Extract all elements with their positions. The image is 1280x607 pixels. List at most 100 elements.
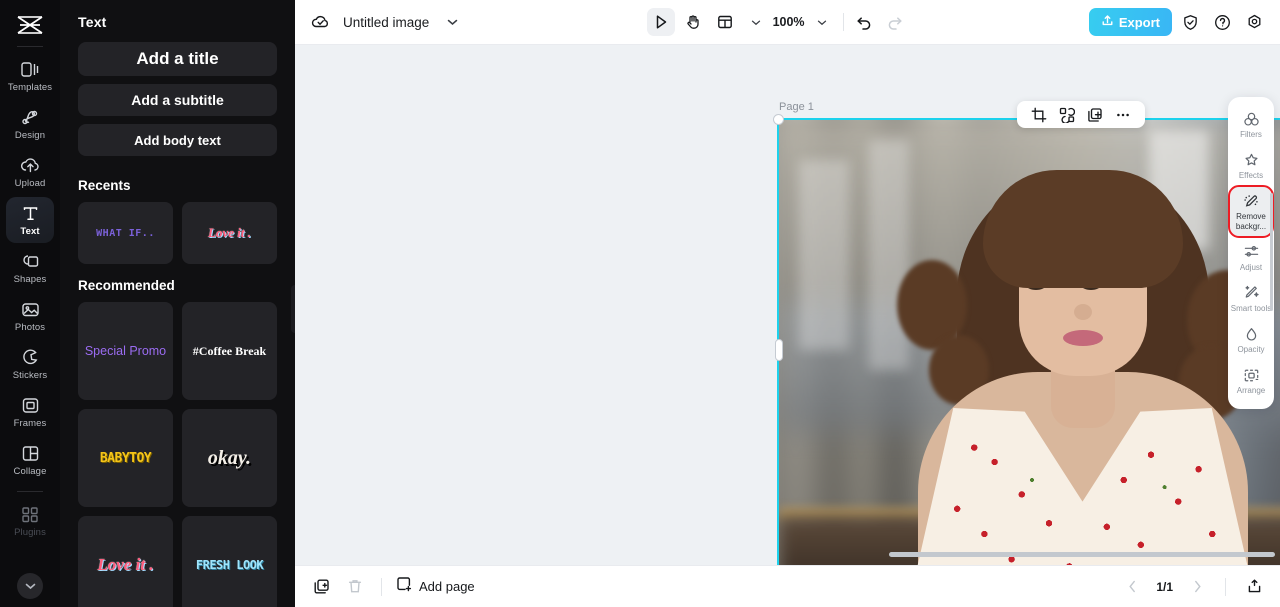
undo-icon[interactable] [852,9,878,35]
tool-label: Arrange [1237,386,1265,395]
frames-icon [21,395,40,415]
collage-icon [21,443,40,463]
canvas-area[interactable]: Page 1 [295,45,1280,565]
opacity-drop-icon [1243,325,1260,343]
recents-grid: WHAT IF.. Love it . [78,202,277,264]
redo-icon[interactable] [882,9,908,35]
add-body-text-button[interactable]: Add body text [78,124,277,156]
sidebar-item-upload[interactable]: Upload [6,149,54,195]
subject-nose [1074,304,1092,320]
layout-icon[interactable] [711,8,739,36]
settings-gear-icon[interactable] [1242,9,1268,35]
export-upload-icon [1101,14,1114,30]
recent-text-tile[interactable]: WHAT IF.. [78,202,173,264]
tile-label: okay. [208,447,251,470]
chevron-down-icon[interactable] [439,9,465,35]
photos-icon [21,299,40,319]
cloud-saved-icon[interactable] [307,9,333,35]
cutout-icon[interactable] [1057,105,1077,125]
sidebar-item-design[interactable]: Design [6,101,54,147]
tool-label: Filters [1240,130,1262,139]
selected-image-object[interactable] [779,120,1280,565]
document-title[interactable]: Untitled image [343,15,429,30]
recommended-text-tile[interactable]: #Coffee Break [182,302,277,400]
sidebar-item-plugins[interactable]: Plugins [6,498,54,544]
more-options-icon[interactable] [1113,105,1133,125]
tile-label: BABYTOY [100,451,151,466]
tool-adjust[interactable]: Adjust [1230,238,1272,277]
text-panel: Text Add a title Add a subtitle Add body… [60,0,295,607]
tool-effects[interactable]: Effects [1230,146,1272,185]
sidebar-label: Text [20,226,39,237]
subject-lips [1063,330,1103,346]
left-nav-rail: Templates Design Upload [0,0,60,607]
shield-check-icon[interactable] [1178,9,1204,35]
recommended-text-tile[interactable]: Love it . [78,516,173,607]
remove-background-icon [1243,192,1260,210]
sidebar-item-shapes[interactable]: Shapes [6,245,54,291]
sidebar-item-collage[interactable]: Collage [6,437,54,483]
tool-smart-tools[interactable]: Smart tools [1230,279,1272,318]
sidebar-label: Templates [8,82,52,93]
export-tray-icon[interactable] [1242,575,1266,599]
trash-icon[interactable] [343,575,367,599]
tile-label: FRESH LOOK [196,558,263,572]
export-button[interactable]: Export [1089,8,1172,36]
duplicate-page-icon[interactable] [309,575,333,599]
tool-label: Opacity [1237,345,1264,354]
canvas-horizontal-scrollbar[interactable] [889,552,1275,557]
add-title-button[interactable]: Add a title [78,42,277,76]
filters-icon [1243,110,1260,128]
tool-filters[interactable]: Filters [1230,105,1272,144]
hand-pan-icon[interactable] [679,8,707,36]
add-subtitle-button[interactable]: Add a subtitle [78,84,277,116]
recommended-grid: Special Promo #Coffee Break BABYTOY okay… [78,302,277,607]
sidebar-item-text[interactable]: Text [6,197,54,243]
prev-page-button[interactable] [1120,575,1144,599]
tool-opacity[interactable]: Opacity [1230,320,1272,359]
bottom-toolbar: Add page 1/1 [295,565,1280,607]
sidebar-item-photos[interactable]: Photos [6,293,54,339]
sidebar-item-stickers[interactable]: Stickers [6,341,54,387]
add-page-icon [396,576,412,597]
sidebar-label: Photos [15,322,45,333]
tool-arrange[interactable]: Arrange [1230,361,1272,400]
recommended-heading: Recommended [78,278,277,293]
question-circle-icon[interactable] [1210,9,1236,35]
subject-hair-front [983,170,1183,288]
tile-label: Love it . [208,225,251,241]
sidebar-label: Shapes [14,274,47,285]
resize-handle-left[interactable] [775,339,783,361]
canvas-tools-group: 100% [647,8,908,36]
recommended-text-tile[interactable]: okay. [182,409,277,507]
sidebar-item-frames[interactable]: Frames [6,389,54,435]
recommended-text-tile[interactable]: FRESH LOOK [182,516,277,607]
page-nav-divider [1225,578,1226,596]
layout-chevron-down-icon[interactable] [743,9,769,35]
add-page-button[interactable]: Add page [396,576,475,597]
page-nav-group: 1/1 [1120,575,1266,599]
sidebar-label: Frames [14,418,47,429]
sidebar-label: Stickers [13,370,48,381]
zoom-chevron-down-icon[interactable] [809,9,835,35]
tools-rail-scrollbar[interactable] [1270,193,1273,311]
recent-text-tile[interactable]: Love it . [182,202,277,264]
recommended-text-tile[interactable]: Special Promo [78,302,173,400]
toolbar-divider [843,13,844,31]
panel-collapse-handle[interactable] [291,285,295,333]
crop-icon[interactable] [1029,105,1049,125]
next-page-button[interactable] [1185,575,1209,599]
sidebar-label: Upload [15,178,46,189]
resize-handle-top-left[interactable] [773,114,784,125]
zoom-level-value[interactable]: 100% [773,15,805,29]
photo-subject [779,120,1280,565]
sidebar-item-templates[interactable]: Templates [6,53,54,99]
tool-remove-background[interactable]: Remove backgr... [1230,187,1272,235]
upload-cloud-icon [20,155,41,175]
rail-collapse-button[interactable] [17,573,43,599]
recommended-text-tile[interactable]: BABYTOY [78,409,173,507]
duplicate-icon[interactable] [1085,105,1105,125]
app-root: Templates Design Upload [0,0,1280,607]
capcut-logo-icon[interactable] [10,10,50,40]
cursor-select-icon[interactable] [647,8,675,36]
